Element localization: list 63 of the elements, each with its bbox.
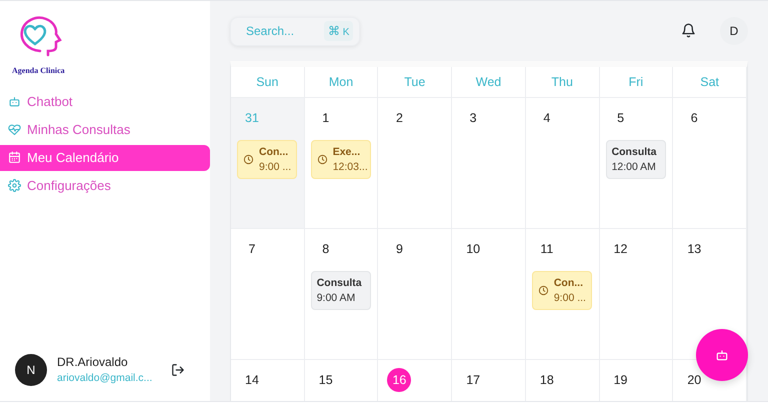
robot-icon <box>715 348 729 362</box>
day-number: 20 <box>686 372 702 389</box>
day-number: 31 <box>244 110 260 127</box>
user-name: DR.Ariovaldo <box>57 354 129 372</box>
day-number: 8 <box>321 240 330 258</box>
day-number: 13 <box>686 240 702 258</box>
shortcut-hint: ⌘ K <box>324 21 354 41</box>
heart-pulse-icon <box>8 123 21 136</box>
robot-icon <box>8 95 21 108</box>
day-number: 6 <box>690 110 699 127</box>
user-email: ariovaldo@gmail.c... <box>57 371 152 386</box>
settings-icon <box>8 179 21 192</box>
user-avatar: N <box>15 354 47 386</box>
event-title: Con... <box>259 145 290 160</box>
event-time: 9:00 ... <box>554 290 586 306</box>
weekday-header: Fri <box>600 67 674 98</box>
logout-icon <box>171 362 185 377</box>
logo-text: Agenda Clinica <box>12 65 65 77</box>
calendar-icon <box>8 151 21 164</box>
event-chip[interactable]: Con... 9:00 ... <box>237 140 297 180</box>
day-number: 17 <box>465 372 482 389</box>
weekday-header: Tue <box>378 67 452 98</box>
sidebar-item[interactable]: Meu Calendário <box>0 144 210 170</box>
event-time: 9:00 ... <box>259 160 292 174</box>
day-number: 12 <box>612 240 629 258</box>
day-number: 10 <box>465 240 482 258</box>
search-input[interactable]: Search... <box>244 21 324 41</box>
event-chip[interactable]: Consulta 12:00 AM <box>606 140 666 180</box>
weekday-header: Thu <box>526 67 600 98</box>
today-marker: 16 <box>387 368 412 392</box>
day-number: 18 <box>538 372 555 389</box>
event-time: 12:03... <box>332 160 368 174</box>
event-title: Consulta <box>612 145 656 160</box>
day-number: 19 <box>612 372 629 389</box>
weekday-header: Wed <box>452 67 526 98</box>
event-title: Con... <box>554 276 584 291</box>
day-number: 2 <box>394 110 404 127</box>
clock-icon <box>243 154 254 166</box>
event-title: Consulta <box>316 276 362 291</box>
bell-icon <box>681 23 696 38</box>
day-number: 4 <box>542 110 552 127</box>
weekday-header: Mon <box>304 67 378 98</box>
day-number: 14 <box>244 372 260 389</box>
day-number: 15 <box>318 372 334 389</box>
weekday-header: Sat <box>673 67 747 98</box>
day-number: 5 <box>616 110 626 127</box>
day-number: 1 <box>321 110 330 127</box>
user-avatar-button[interactable]: D <box>720 17 748 45</box>
clock-icon <box>538 285 549 296</box>
event-chip[interactable]: Exe... 12:03... <box>310 140 371 180</box>
day-number: 3 <box>468 110 478 127</box>
event-time: 12:00 AM <box>612 160 656 174</box>
event-title: Exe... <box>332 145 362 160</box>
day-number: 7 <box>248 240 256 258</box>
event-chip[interactable]: Con... 9:00 ... <box>532 271 592 310</box>
sidebar-item[interactable]: Configurações <box>0 172 210 198</box>
sidebar-item[interactable]: Minhas Consultas <box>0 116 210 142</box>
day-number: 9 <box>394 240 404 258</box>
sidebar-item[interactable]: Chatbot <box>0 88 210 114</box>
clock-icon <box>316 154 328 166</box>
event-time: 9:00 AM <box>316 290 356 306</box>
event-chip[interactable]: Consulta 9:00 AM <box>310 271 371 310</box>
day-number: 11 <box>539 240 554 258</box>
